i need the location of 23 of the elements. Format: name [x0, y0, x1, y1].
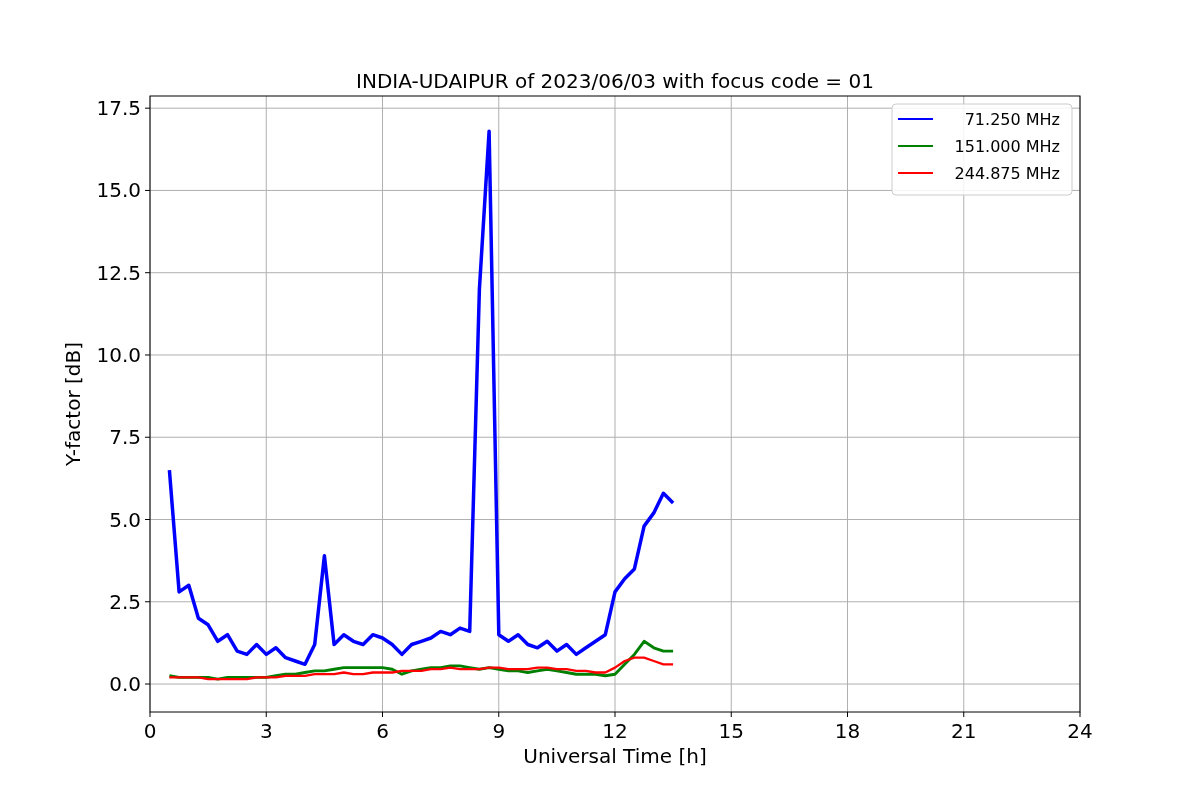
- y-tick-label: 17.5: [96, 96, 141, 121]
- x-tick-label: 12: [602, 719, 628, 743]
- x-tick-label: 3: [259, 719, 273, 743]
- x-tick-label: 24: [1067, 719, 1093, 743]
- y-tick-label: 12.5: [96, 260, 141, 285]
- y-axis-label: Y-factor [dB]: [61, 342, 85, 466]
- x-tick-label: 9: [492, 719, 506, 743]
- x-tick-label: 6: [376, 719, 389, 743]
- x-tick-label: 0: [143, 719, 157, 743]
- x-tick-label: 21: [951, 719, 977, 743]
- x-tick-label: 15: [718, 719, 744, 743]
- y-tick-label: 10.0: [96, 342, 141, 367]
- y-tick-label: 7.5: [109, 425, 141, 450]
- legend-label: 151.000 MHz: [954, 137, 1060, 156]
- y-tick-label: 2.5: [109, 589, 141, 614]
- y-tick-label: 15.0: [96, 178, 141, 203]
- legend-label: 71.250 MHz: [964, 110, 1060, 129]
- x-axis-label: Universal Time [h]: [523, 744, 707, 768]
- x-tick-label: 18: [834, 719, 861, 743]
- legend-label: 244.875 MHz: [954, 164, 1060, 183]
- chart-title: INDIA-UDAIPUR of 2023/06/03 with focus code = 01: [356, 69, 874, 93]
- y-tick-label: 5.0: [109, 507, 141, 532]
- y-tick-label: 0.0: [109, 672, 141, 697]
